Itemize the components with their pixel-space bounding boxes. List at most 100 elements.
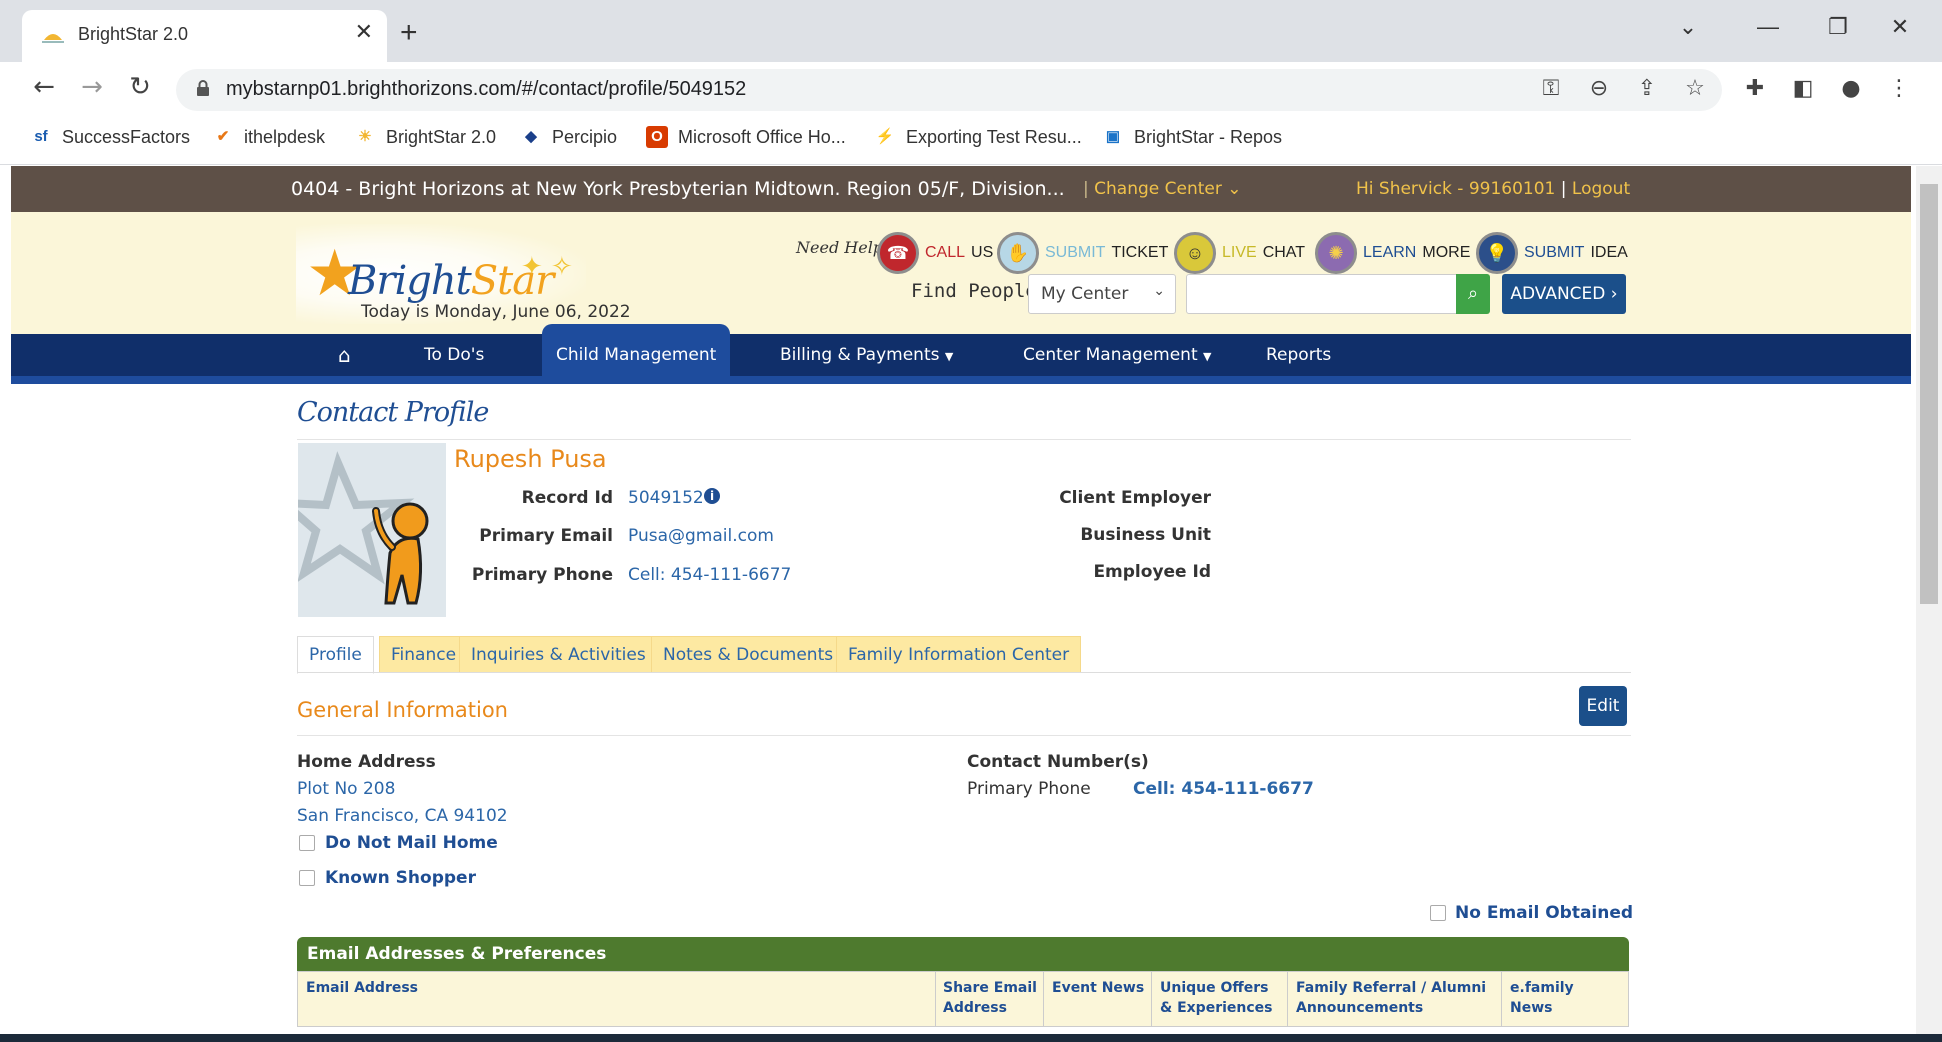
primary-phone-value: Cell: 454-111-6677 [628, 565, 792, 585]
nav-child-management[interactable]: Child Management [542, 324, 731, 376]
live-chat-link[interactable]: ☺ LIVE CHAT [1174, 232, 1305, 274]
key-icon[interactable]: ⚿ [1536, 76, 1566, 101]
tab-family-information-center[interactable]: Family Information Center [836, 636, 1082, 673]
nav-todos[interactable]: To Do's [412, 334, 496, 376]
address-line1: Plot No 208 [297, 779, 396, 799]
submit-ticket-link[interactable]: ✋ SUBMIT TICKET [997, 232, 1168, 274]
tab-title: BrightStar 2.0 [78, 24, 189, 44]
vertical-scrollbar[interactable] [1916, 166, 1942, 1042]
greeting-text: Hi Shervick - 99160101 [1356, 179, 1556, 199]
tab-search-chevron-icon[interactable]: ⌄ [1668, 14, 1708, 40]
call-us-link[interactable]: ☎ CALL US [877, 232, 993, 274]
change-center-link[interactable]: | Change Center ⌄ [1083, 179, 1242, 199]
back-icon[interactable]: ← [26, 72, 62, 102]
tab-inquiries-activities[interactable]: Inquiries & Activities [459, 636, 658, 673]
profile-avatar-icon[interactable]: ● [1836, 76, 1866, 101]
home-icon[interactable]: ⌂ [326, 334, 363, 376]
bookmark-label: Percipio [552, 126, 618, 147]
no-email-obtained-checkbox[interactable] [1430, 905, 1446, 921]
child-star-icon [298, 451, 429, 605]
exporting-icon: ⚡ [875, 128, 895, 145]
url-text: mybstarnp01.brighthorizons.com/#/contact… [226, 78, 747, 100]
primary-phone-type-label: Primary Phone [967, 779, 1091, 799]
bookmark-brightstar-repos[interactable]: ▣ BrightStar - Repos [1102, 126, 1282, 148]
advanced-label: ADVANCED [1510, 284, 1606, 304]
new-tab-icon[interactable]: + [400, 16, 418, 50]
zoom-icon[interactable]: ⊖ [1584, 76, 1614, 101]
browser-tab[interactable]: BrightStar 2.0 ✕ [22, 10, 387, 62]
column-separator [935, 972, 936, 1026]
extensions-icon[interactable]: ✚ [1740, 76, 1770, 101]
email-preferences-table: Email Addresses & Preferences Email Addr… [297, 937, 1629, 1027]
checkmark-icon: ✔ [216, 128, 230, 145]
info-icon[interactable]: i [704, 488, 720, 504]
bookmark-label: BrightStar - Repos [1134, 126, 1283, 147]
learn-icon: ✺ [1315, 232, 1357, 274]
bookmark-brightstar[interactable]: ☀ BrightStar 2.0 [354, 126, 496, 148]
page-title: Contact Profile [297, 397, 489, 428]
bookmark-label: ithelpdesk [244, 126, 326, 147]
address-bar[interactable]: mybstarnp01.brighthorizons.com/#/contact… [176, 69, 1722, 111]
bookmark-percipio[interactable]: ◆ Percipio [520, 126, 617, 148]
do-not-mail-checkbox[interactable] [299, 835, 315, 851]
center-name: 0404 - Bright Horizons at New York Presb… [291, 178, 1065, 200]
nav-reports[interactable]: Reports [1254, 334, 1343, 376]
user-greeting: Hi Shervick - 99160101 | Logout [1356, 179, 1631, 199]
share-icon[interactable]: ⇪ [1632, 76, 1662, 101]
advanced-search-button[interactable]: ADVANCED › [1502, 274, 1626, 314]
nav-billing-payments[interactable]: Billing & Payments ▼ [768, 334, 965, 376]
chevron-down-icon: ⌄ [1153, 283, 1165, 299]
col-unique-offers: Unique Offers & Experiences [1160, 980, 1273, 1016]
scrollbar-thumb[interactable] [1920, 184, 1938, 604]
percipio-icon: ◆ [525, 128, 537, 145]
bookmark-label: SuccessFactors [62, 126, 191, 147]
os-taskbar [0, 1034, 1942, 1042]
nav-label: Billing & Payments [780, 345, 940, 365]
find-people-label: Find People [911, 280, 1037, 302]
column-separator [1501, 972, 1502, 1026]
edit-button[interactable]: Edit [1579, 686, 1627, 726]
col-email-address: Email Address [306, 980, 419, 996]
caret-down-icon: ▼ [944, 350, 954, 363]
bookmark-successfactors[interactable]: sf SuccessFactors [30, 126, 190, 148]
nav-center-management[interactable]: Center Management ▼ [1011, 334, 1223, 376]
contact-numbers-label: Contact Number(s) [967, 752, 1149, 772]
divider [297, 439, 1631, 440]
brightstar-favicon-icon [42, 34, 64, 43]
home-address-label: Home Address [297, 752, 436, 772]
minimize-icon[interactable]: — [1748, 14, 1788, 40]
bookmark-star-icon[interactable]: ☆ [1680, 76, 1710, 101]
sparkle-icon: ✦ ✧ [521, 252, 573, 282]
tab-close-icon[interactable]: ✕ [355, 20, 373, 45]
tab-notes-documents[interactable]: Notes & Documents [651, 636, 846, 673]
do-not-mail-label: Do Not Mail Home [325, 833, 498, 853]
reload-icon[interactable]: ↻ [122, 72, 158, 102]
col-share-email: Share Email Address [943, 980, 1037, 1016]
center-scope-select[interactable]: My Center ⌄ [1028, 274, 1176, 314]
email-table-title: Email Addresses & Preferences [297, 937, 1629, 971]
forward-icon[interactable]: → [74, 72, 110, 102]
known-shopper-checkbox[interactable] [299, 870, 315, 886]
azure-devops-icon: ▣ [1105, 128, 1121, 145]
side-panel-icon[interactable]: ◧ [1788, 76, 1818, 101]
tab-finance[interactable]: Finance [379, 636, 469, 673]
help-a: LIVE [1222, 244, 1257, 261]
menu-kebab-icon[interactable]: ⋮ [1884, 76, 1914, 101]
column-separator [1287, 972, 1288, 1026]
learn-more-link[interactable]: ✺ LEARN MORE [1315, 232, 1470, 274]
logout-link[interactable]: Logout [1572, 179, 1630, 199]
window-close-icon[interactable]: ✕ [1880, 14, 1920, 40]
help-a: LEARN [1363, 244, 1417, 261]
help-b: US [971, 244, 994, 261]
primary-email-value[interactable]: Pusa@gmail.com [628, 526, 774, 546]
search-button[interactable]: ⌕ [1456, 274, 1490, 314]
email-table-header-row: Email Address Share Email Address Event … [297, 971, 1629, 1027]
bookmark-microsoft-office[interactable]: O Microsoft Office Ho... [646, 126, 846, 148]
bookmark-exporting-test[interactable]: ⚡ Exporting Test Resu... [874, 126, 1082, 148]
app-viewport: 0404 - Bright Horizons at New York Presb… [11, 166, 1911, 1042]
tab-profile[interactable]: Profile [297, 636, 374, 674]
submit-idea-link[interactable]: 💡 SUBMIT IDEA [1476, 232, 1628, 274]
restore-icon[interactable]: ❐ [1818, 14, 1858, 40]
bookmark-ithelpdesk[interactable]: ✔ ithelpdesk [212, 126, 325, 148]
people-search-input[interactable] [1186, 274, 1458, 314]
